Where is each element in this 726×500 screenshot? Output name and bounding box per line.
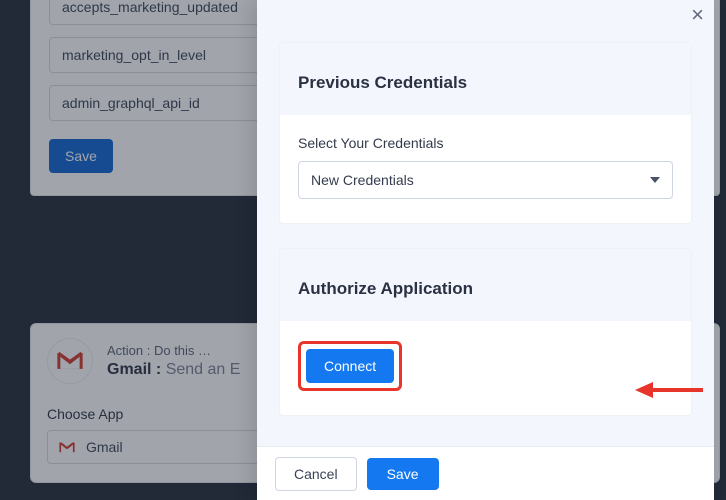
select-credentials-label: Select Your Credentials bbox=[298, 135, 673, 151]
close-icon[interactable]: × bbox=[691, 4, 704, 26]
credentials-value: New Credentials bbox=[311, 172, 414, 188]
authorize-card: Authorize Application Connect bbox=[279, 248, 692, 416]
previous-credentials-title: Previous Credentials bbox=[298, 73, 673, 93]
connect-button[interactable]: Connect bbox=[306, 349, 394, 383]
drawer-footer: Cancel Save bbox=[257, 446, 714, 500]
previous-credentials-card: Previous Credentials Select Your Credent… bbox=[279, 42, 692, 224]
settings-drawer: × Previous Credentials Select Your Crede… bbox=[257, 0, 714, 500]
cancel-button[interactable]: Cancel bbox=[275, 457, 357, 491]
credentials-dropdown[interactable]: New Credentials bbox=[298, 161, 673, 199]
connect-highlight: Connect bbox=[298, 341, 402, 391]
chevron-down-icon bbox=[650, 177, 660, 183]
authorize-title: Authorize Application bbox=[298, 279, 673, 299]
save-button[interactable]: Save bbox=[367, 458, 439, 490]
